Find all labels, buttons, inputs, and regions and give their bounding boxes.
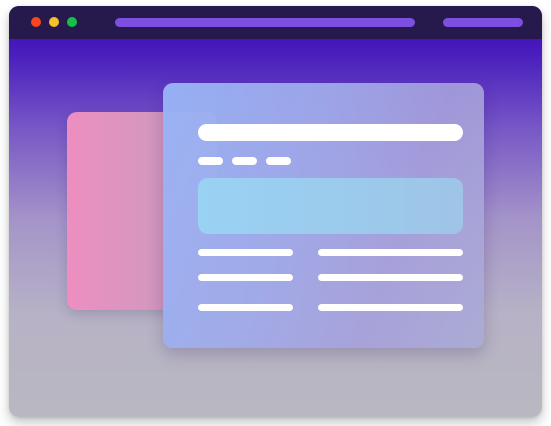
titlebar-action-placeholder[interactable]	[443, 18, 523, 27]
card-label-line	[198, 274, 293, 281]
card-banner-placeholder	[198, 178, 463, 234]
maximize-window-dot-icon[interactable]	[67, 17, 77, 27]
minimize-window-dot-icon[interactable]	[49, 17, 59, 27]
foreground-card	[163, 83, 484, 348]
close-window-dot-icon[interactable]	[31, 17, 41, 27]
address-bar-placeholder[interactable]	[115, 18, 415, 27]
card-tag-placeholder	[232, 157, 257, 165]
card-value-line	[318, 274, 463, 281]
card-tag-placeholder	[266, 157, 291, 165]
card-title-placeholder	[198, 124, 463, 141]
card-value-line	[318, 249, 463, 256]
card-tag-placeholder	[198, 157, 223, 165]
card-label-line	[198, 249, 293, 256]
window-titlebar	[9, 6, 542, 39]
browser-window	[9, 6, 542, 417]
card-value-line	[318, 304, 463, 311]
card-label-line	[198, 304, 293, 311]
